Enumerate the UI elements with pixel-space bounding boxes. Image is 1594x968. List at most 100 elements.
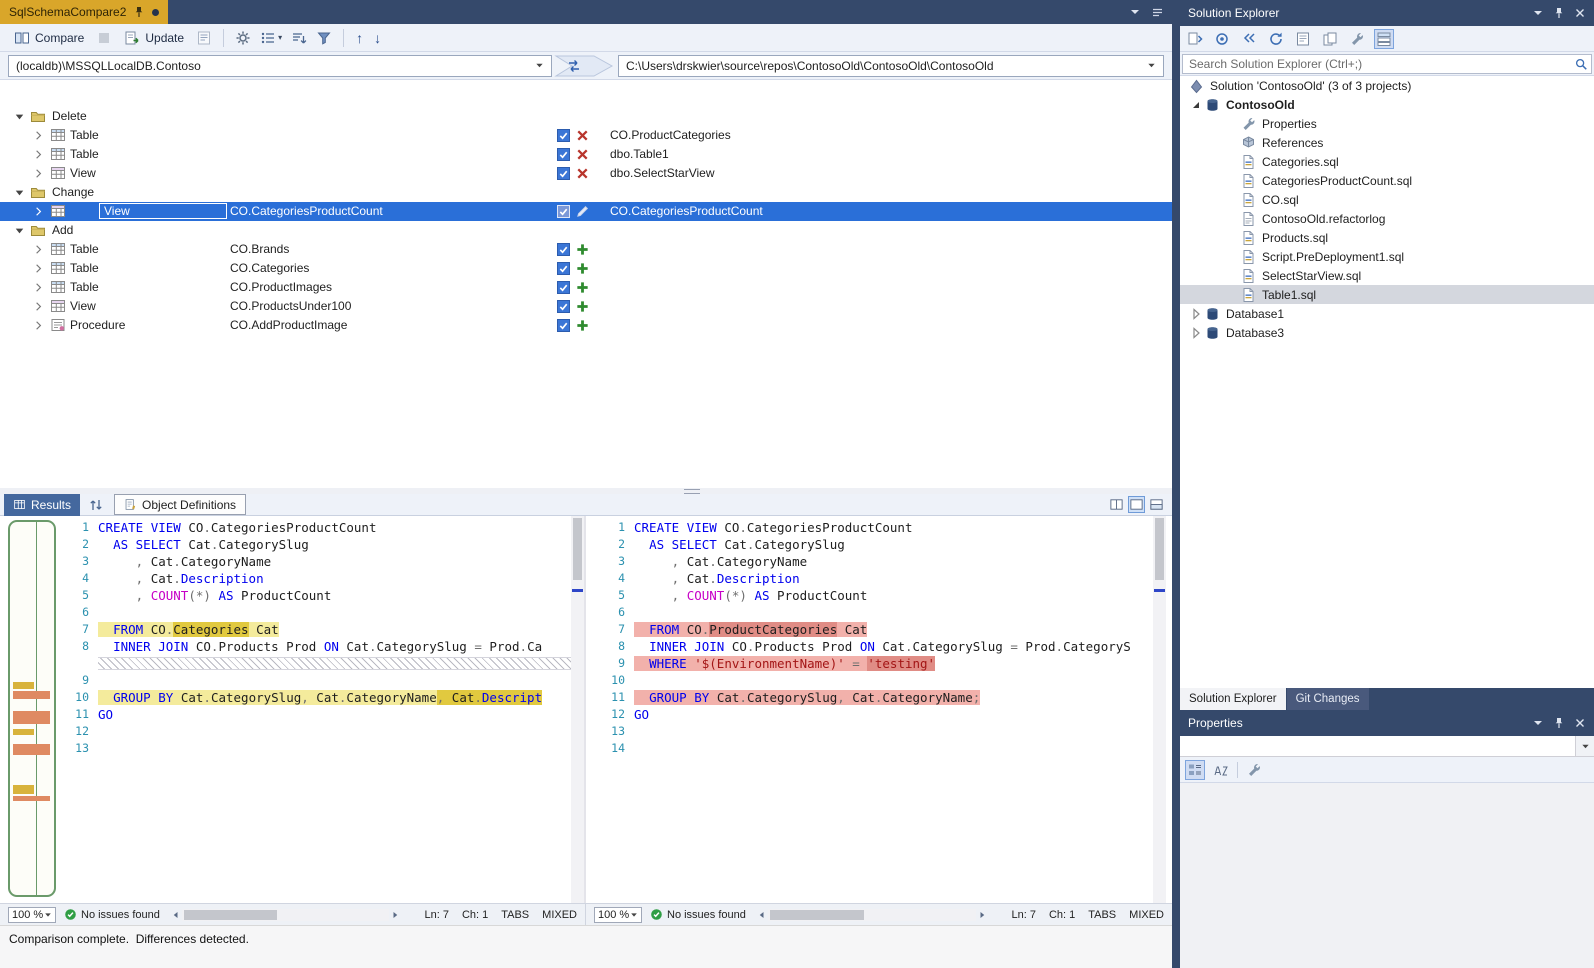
compare-group-row[interactable]: Change [0,183,1172,202]
target-vertical-scrollbar[interactable] [1153,516,1166,903]
tab-git-changes[interactable]: Git Changes [1287,688,1369,710]
tree-item-solution-contosoold-3-of-3-projects[interactable]: Solution 'ContosoOld' (3 of 3 projects) [1180,76,1594,95]
pin-icon[interactable] [1553,717,1565,729]
include-checkbox[interactable] [557,319,570,332]
chevron-right-icon[interactable] [31,318,46,333]
source-vertical-scrollbar[interactable] [571,516,584,903]
compare-row[interactable]: Viewdbo.SelectStarView [0,164,1172,183]
preview-selected-items-button[interactable] [1293,29,1313,49]
scroll-left-icon[interactable] [756,909,768,921]
scroll-right-icon[interactable] [976,909,988,921]
search-icon[interactable] [1574,57,1588,71]
pin-icon[interactable] [133,6,145,18]
results-sort-button[interactable] [88,497,104,513]
tree-item-products-sql[interactable]: Products.sql [1180,228,1594,247]
schema-compare-grid[interactable]: DeleteTableCO.ProductCategoriesTabledbo.… [0,80,1172,488]
compare-row[interactable]: TableCO.ProductImages [0,278,1172,297]
tree-item-selectstarview-sql[interactable]: SelectStarView.sql [1180,266,1594,285]
chevron-right-icon[interactable] [31,242,46,257]
tab-results[interactable]: Results [4,494,80,516]
collapse-all-button[interactable] [1239,29,1259,49]
single-pane-layout-icon[interactable] [1129,497,1144,512]
update-button[interactable]: Update [118,28,190,48]
compare-row[interactable]: TableCO.Categories [0,259,1172,278]
categorized-button[interactable] [1185,760,1205,780]
zoom-select[interactable]: 100 % [8,907,56,923]
compare-row[interactable]: Tabledbo.Table1 [0,145,1172,164]
group-results-button[interactable]: ▾ [257,28,285,48]
chevron-right-icon[interactable] [1188,306,1204,322]
chevron-down-icon[interactable] [1129,6,1141,18]
pin-icon[interactable] [1553,7,1565,19]
chevron-down-icon[interactable] [12,223,27,238]
refresh-button[interactable] [1266,29,1286,49]
property-pages-button[interactable] [1244,760,1264,780]
chevron-down-icon[interactable] [12,185,27,200]
scrollbar-thumb[interactable] [770,910,864,920]
tab-solution-explorer[interactable]: Solution Explorer [1180,688,1286,710]
properties-header[interactable]: Properties [1180,710,1594,736]
tree-item-script-predeployment1-sql[interactable]: Script.PreDeployment1.sql [1180,247,1594,266]
compare-row[interactable]: ViewCO.ProductsUnder100 [0,297,1172,316]
chevron-right-icon[interactable] [31,147,46,162]
document-list-icon[interactable] [1151,6,1164,19]
include-checkbox[interactable] [557,243,570,256]
scroll-left-icon[interactable] [170,909,182,921]
chevron-down-icon[interactable] [12,109,27,124]
source-horizontal-scrollbar[interactable] [170,908,402,922]
chevron-right-icon[interactable] [1188,325,1204,341]
tree-item-references[interactable]: References [1180,133,1594,152]
previous-difference-button[interactable]: ↑ [352,30,367,46]
close-icon[interactable] [1574,7,1586,19]
compare-row[interactable]: ViewCO.CategoriesProductCountCO.Categori… [0,202,1172,221]
tree-item-database3[interactable]: Database3 [1180,323,1594,342]
generate-script-button[interactable] [193,28,215,48]
chevron-right-icon[interactable] [31,280,46,295]
chevron-down-icon[interactable] [1532,717,1544,729]
close-icon[interactable] [1574,717,1586,729]
tree-item-database1[interactable]: Database1 [1180,304,1594,323]
split-vertical-layout-icon[interactable] [1109,497,1124,512]
alphabetical-button[interactable] [1211,760,1231,780]
tree-item-table1-sql[interactable]: Table1.sql [1180,285,1594,304]
options-button[interactable] [232,28,254,48]
stop-button[interactable] [93,28,115,48]
chevron-right-icon[interactable] [31,261,46,276]
filter-button[interactable] [313,28,335,48]
tree-item-contosoold[interactable]: ContosoOld [1180,95,1594,114]
scope-button[interactable] [1212,29,1232,49]
include-checkbox[interactable] [557,167,570,180]
chevron-right-icon[interactable] [31,299,46,314]
sort-results-button[interactable] [288,28,310,48]
compare-button[interactable]: Compare [8,28,90,48]
include-checkbox[interactable] [557,129,570,142]
include-checkbox[interactable] [557,205,570,218]
show-all-files-button[interactable] [1374,29,1394,49]
solution-explorer-header[interactable]: Solution Explorer [1180,0,1594,26]
include-checkbox[interactable] [557,281,570,294]
next-difference-button[interactable]: ↓ [370,30,385,46]
scrollbar-thumb[interactable] [1155,518,1164,580]
swap-source-target-button[interactable] [564,57,584,75]
source-definition-pane[interactable]: 1CREATE VIEW CO.CategoriesProductCount2 … [62,516,584,903]
compare-group-row[interactable]: Add [0,221,1172,240]
compare-row[interactable]: TableCO.Brands [0,240,1172,259]
include-checkbox[interactable] [557,300,570,313]
chevron-down-icon[interactable] [1188,97,1204,113]
nest-related-files-button[interactable] [1320,29,1340,49]
scrollbar-thumb[interactable] [184,910,277,920]
sync-with-active-document-button[interactable] [1185,29,1205,49]
chevron-right-icon[interactable] [31,204,46,219]
chevron-right-icon[interactable] [31,128,46,143]
solution-explorer-tree[interactable]: Solution 'ContosoOld' (3 of 3 projects)C… [1180,76,1594,688]
zoom-select[interactable]: 100 % [594,907,642,923]
tab-object-definitions[interactable]: Object Definitions [114,494,246,515]
compare-group-row[interactable]: Delete [0,107,1172,126]
target-combobox[interactable]: C:\Users\drskwier\source\repos\ContosoOl… [618,55,1164,77]
source-combobox[interactable]: (localdb)\MSSQLLocalDB.Contoso [8,55,552,77]
tree-item-contosoold-refactorlog[interactable]: ContosoOld.refactorlog [1180,209,1594,228]
include-checkbox[interactable] [557,262,570,275]
split-horizontal-layout-icon[interactable] [1149,497,1164,512]
diff-overview-map[interactable] [8,520,56,897]
tree-item-categories-sql[interactable]: Categories.sql [1180,152,1594,171]
